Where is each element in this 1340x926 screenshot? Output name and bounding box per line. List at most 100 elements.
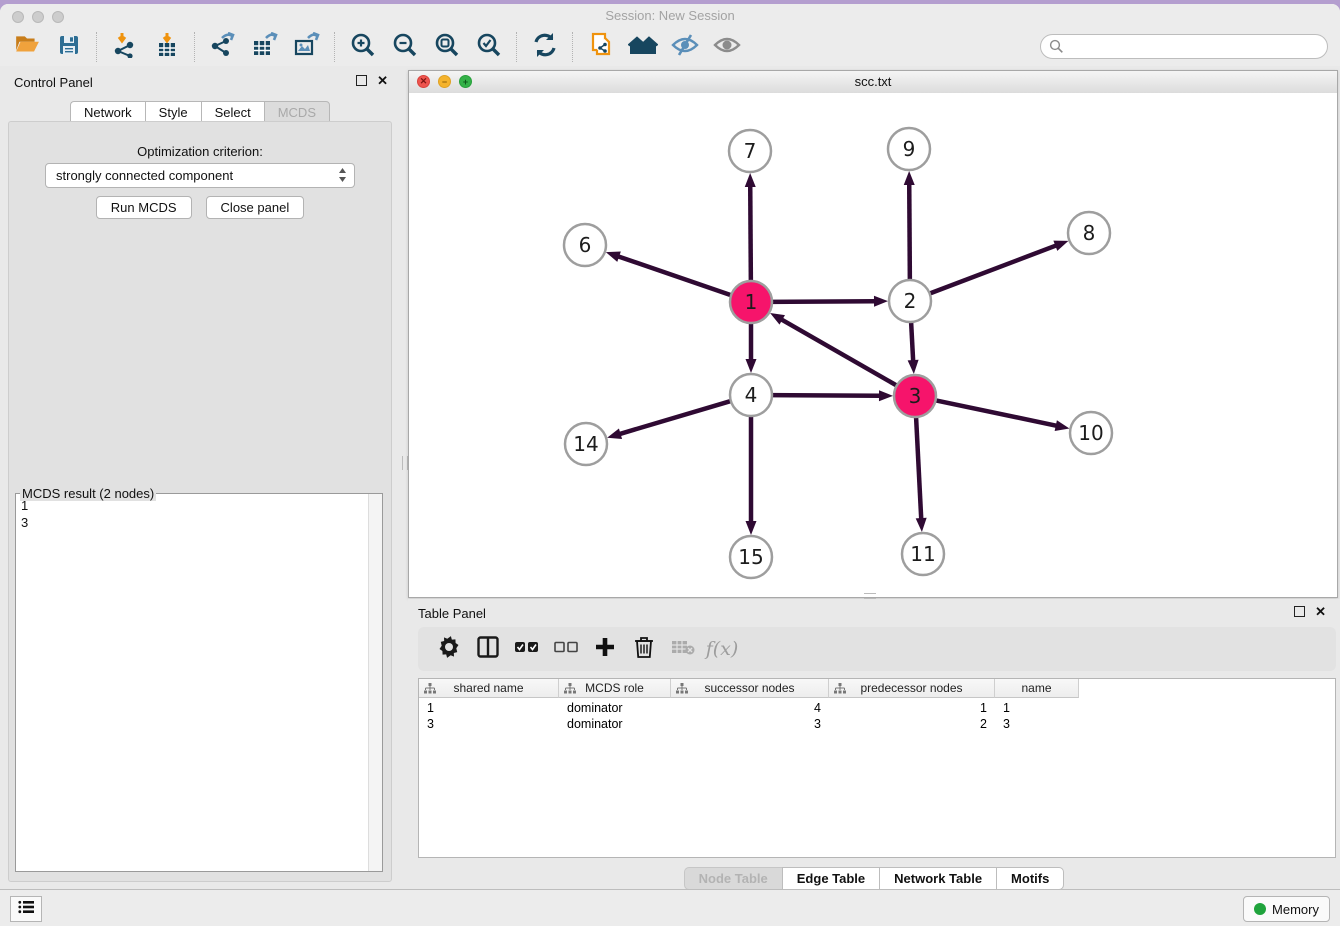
plus-icon bbox=[595, 637, 615, 662]
zoom-out-icon bbox=[391, 31, 419, 64]
network-canvas[interactable]: 7968124314101511 bbox=[409, 93, 1337, 597]
eye-icon bbox=[713, 32, 741, 63]
edge-3-10[interactable] bbox=[934, 400, 1057, 426]
home-networks-button[interactable] bbox=[629, 33, 657, 61]
open-session-button[interactable] bbox=[13, 33, 41, 61]
task-history-button[interactable] bbox=[10, 896, 42, 922]
refresh-view-button[interactable] bbox=[531, 33, 559, 61]
deselect-all-columns-button[interactable] bbox=[551, 634, 581, 664]
edge-4-3[interactable] bbox=[770, 395, 880, 396]
toggle-column-view-button[interactable] bbox=[473, 634, 503, 664]
duplicate-network-button[interactable] bbox=[587, 33, 615, 61]
table-tab-node-table[interactable]: Node Table bbox=[684, 867, 782, 890]
panel-splitter[interactable] bbox=[400, 66, 408, 890]
table-tab-edge-table[interactable]: Edge Table bbox=[782, 867, 879, 890]
node-label-14: 14 bbox=[573, 432, 598, 456]
zoom-out-button[interactable] bbox=[391, 33, 419, 61]
mcds-panel: Optimization criterion: strongly connect… bbox=[8, 121, 392, 882]
app-window: Session: New Session bbox=[0, 4, 1340, 926]
result-scrollbar[interactable] bbox=[368, 494, 382, 871]
import-network-button[interactable] bbox=[111, 33, 139, 61]
table-row[interactable]: 1dominator411 bbox=[419, 700, 1079, 716]
zoom-selected-icon bbox=[475, 31, 503, 64]
table-cell[interactable]: 1 bbox=[995, 700, 1079, 716]
import-table-button[interactable] bbox=[153, 33, 181, 61]
edge-1-2[interactable] bbox=[770, 301, 875, 302]
edge-1-7[interactable] bbox=[750, 186, 751, 283]
close-panel-icon[interactable]: ✕ bbox=[377, 75, 388, 86]
mcds-result-text: 1 3 bbox=[16, 494, 369, 871]
column-header-successor-nodes[interactable]: successor nodes bbox=[671, 679, 829, 698]
zoom-selected-button[interactable] bbox=[475, 33, 503, 61]
network-window-titlebar[interactable]: ✕ − + scc.txt bbox=[409, 71, 1337, 94]
close-panel-icon[interactable]: ✕ bbox=[1315, 606, 1326, 617]
chevron-updown-icon bbox=[337, 167, 348, 186]
save-session-button[interactable] bbox=[55, 33, 83, 61]
zoom-fit-button[interactable] bbox=[433, 33, 461, 61]
delete-column-button[interactable] bbox=[629, 634, 659, 664]
table-settings-button[interactable] bbox=[434, 634, 464, 664]
node-label-15: 15 bbox=[738, 545, 763, 569]
edge-1-6[interactable] bbox=[618, 256, 733, 295]
float-panel-icon[interactable] bbox=[1294, 606, 1305, 617]
search-icon bbox=[1049, 39, 1064, 59]
list-icon bbox=[18, 900, 34, 919]
node-table[interactable]: shared nameMCDS rolesuccessor nodesprede… bbox=[418, 678, 1336, 858]
export-image-button[interactable] bbox=[293, 33, 321, 61]
table-cell[interactable]: 1 bbox=[829, 700, 995, 716]
copy-network-icon bbox=[588, 32, 614, 63]
toolbar-separator bbox=[572, 32, 574, 62]
status-bar: Memory bbox=[0, 889, 1340, 926]
memory-button[interactable]: Memory bbox=[1243, 896, 1330, 922]
table-cell[interactable]: dominator bbox=[559, 716, 671, 732]
node-label-8: 8 bbox=[1083, 221, 1096, 245]
run-mcds-button[interactable]: Run MCDS bbox=[96, 196, 192, 219]
save-icon bbox=[57, 33, 81, 62]
table-tab-network-table[interactable]: Network Table bbox=[879, 867, 996, 890]
node-label-10: 10 bbox=[1078, 421, 1103, 445]
table-cell[interactable]: dominator bbox=[559, 700, 671, 716]
export-network-button[interactable] bbox=[209, 33, 237, 61]
open-folder-icon bbox=[14, 32, 40, 63]
network-title: scc.txt bbox=[409, 74, 1337, 89]
houses-icon bbox=[628, 32, 658, 63]
function-builder-button-disabled: f(x) bbox=[707, 634, 737, 664]
table-cell[interactable]: 1 bbox=[419, 700, 559, 716]
delete-table-button-disabled bbox=[668, 634, 698, 664]
column-header-MCDS-role[interactable]: MCDS role bbox=[559, 679, 671, 698]
table-cell[interactable]: 3 bbox=[995, 716, 1079, 732]
zoom-in-icon bbox=[349, 31, 377, 64]
edge-2-8[interactable] bbox=[928, 245, 1057, 294]
edge-3-1[interactable] bbox=[781, 319, 898, 386]
arrowhead-3-1 bbox=[770, 313, 785, 325]
export-table-icon bbox=[252, 32, 278, 63]
float-panel-icon[interactable] bbox=[356, 75, 367, 86]
column-header-shared-name[interactable]: shared name bbox=[419, 679, 559, 698]
edge-2-9[interactable] bbox=[909, 184, 910, 282]
arrowhead-4-3 bbox=[879, 390, 893, 401]
table-tab-motifs[interactable]: Motifs bbox=[996, 867, 1064, 890]
search-input[interactable] bbox=[1040, 34, 1328, 59]
edge-3-11[interactable] bbox=[916, 415, 921, 519]
edge-4-14[interactable] bbox=[620, 400, 733, 434]
select-all-columns-button[interactable] bbox=[512, 634, 542, 664]
export-table-button[interactable] bbox=[251, 33, 279, 61]
table-cell[interactable]: 3 bbox=[671, 716, 829, 732]
table-cell[interactable]: 4 bbox=[671, 700, 829, 716]
table-cell[interactable]: 2 bbox=[829, 716, 995, 732]
column-header-predecessor-nodes[interactable]: predecessor nodes bbox=[829, 679, 995, 698]
edge-2-3[interactable] bbox=[911, 320, 913, 361]
create-column-button[interactable] bbox=[590, 634, 620, 664]
zoom-in-button[interactable] bbox=[349, 33, 377, 61]
show-glyphs-button[interactable] bbox=[713, 33, 741, 61]
close-panel-button[interactable]: Close panel bbox=[206, 196, 305, 219]
table-panel-title: Table Panel bbox=[418, 606, 486, 621]
table-cell[interactable]: 3 bbox=[419, 716, 559, 732]
column-header-name[interactable]: name bbox=[995, 679, 1079, 698]
control-panel: Control Panel ✕ NetworkStyleSelectMCDS O… bbox=[0, 66, 400, 890]
hide-glyphs-button[interactable] bbox=[671, 33, 699, 61]
arrowhead-2-9 bbox=[904, 171, 915, 185]
gear-icon bbox=[438, 636, 460, 663]
optimization-dropdown[interactable]: strongly connected component bbox=[45, 163, 355, 188]
table-row[interactable]: 3dominator323 bbox=[419, 716, 1079, 732]
